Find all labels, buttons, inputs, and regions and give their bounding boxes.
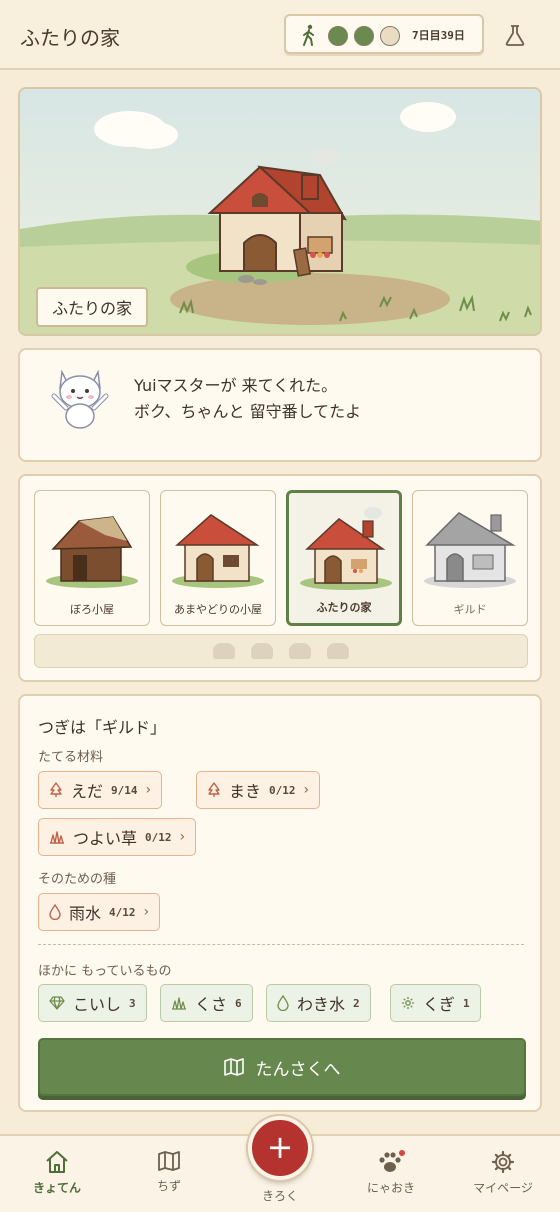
owned-name: くさ xyxy=(195,995,228,1014)
tree-icon xyxy=(50,782,62,797)
locked-stage-icon xyxy=(213,643,235,659)
chevron-right-icon: › xyxy=(179,829,186,845)
locked-stage-icon xyxy=(327,643,349,659)
material-count: 0/12 xyxy=(269,783,296,797)
shelter-house-icon xyxy=(172,514,264,588)
material-count: 0/12 xyxy=(145,830,172,844)
materials-label: たてる材料 xyxy=(38,750,104,765)
owned-label: ほかに もっているもの xyxy=(38,964,172,979)
chevron-right-icon: › xyxy=(145,782,152,798)
energy-dot-1 xyxy=(328,26,348,46)
day-counter: 7日目39日 xyxy=(412,29,465,42)
our-house-icon xyxy=(300,507,392,590)
material-chip-tsuyoikusa[interactable]: つよい草 0/12 › xyxy=(38,818,197,856)
cat-mascot-icon xyxy=(51,369,109,429)
map-icon xyxy=(223,1058,244,1076)
owned-name: わき水 xyxy=(297,995,346,1014)
app-header: ふたりの家 7日目39日 xyxy=(0,0,560,70)
owned-name: くぎ xyxy=(423,995,456,1014)
message-line-2: ボク、ちゃんと 留守番してたよ xyxy=(134,402,362,421)
divider xyxy=(38,944,524,945)
owned-count: 3 xyxy=(129,996,136,1010)
material-name: えだ xyxy=(71,782,104,801)
seed-count: 4/12 xyxy=(109,905,136,919)
stage-card-guild[interactable]: ギルド xyxy=(412,490,528,626)
owned-count: 2 xyxy=(353,996,360,1010)
gear-icon xyxy=(491,1150,515,1174)
nav-item-nyaoki[interactable]: にゃおき xyxy=(346,1150,436,1196)
owned-chip-kusa[interactable]: くさ 6 xyxy=(160,984,253,1022)
app-title: ふたりの家 xyxy=(20,26,120,50)
message-line-1: Yuiマスターが 来てくれた。 xyxy=(134,376,338,395)
owned-chip-wakimizu[interactable]: わき水 2 xyxy=(266,984,371,1022)
nav-label: マイページ xyxy=(473,1181,533,1195)
stage-card-shack[interactable]: ぼろ小屋 xyxy=(34,490,150,626)
water-drop-icon xyxy=(277,995,289,1011)
house-stage-selector: ぼろ小屋 あまやどりの小屋 ふたりの家 ギルド xyxy=(18,474,542,682)
owned-chip-kugi[interactable]: くぎ 1 xyxy=(390,984,481,1022)
next-build-title: つぎは「ギルド」 xyxy=(38,718,167,737)
stage-card-shelter[interactable]: あまやどりの小屋 xyxy=(160,490,276,626)
locked-stage-icon xyxy=(289,643,311,659)
owned-chip-koishi[interactable]: こいし 3 xyxy=(38,984,147,1022)
home-scene: ふたりの家 xyxy=(18,87,542,336)
next-build-card: つぎは「ギルド」 たてる材料 えだ 9/14 › まき 0/12 › つよい草 … xyxy=(18,694,542,1112)
material-chip-eda[interactable]: えだ 9/14 › xyxy=(38,771,163,809)
owned-count: 1 xyxy=(463,996,470,1010)
material-count: 9/14 xyxy=(111,783,138,797)
paw-icon xyxy=(379,1150,405,1172)
gem-icon xyxy=(49,996,65,1010)
owned-name: こいし xyxy=(73,995,122,1014)
shack-house-icon xyxy=(46,516,138,588)
locked-stages-bar xyxy=(34,634,528,668)
stage-name: ぼろ小屋 xyxy=(70,603,114,616)
material-name: まき xyxy=(229,782,262,801)
flask-icon[interactable] xyxy=(504,24,526,46)
explore-button[interactable]: たんさくへ xyxy=(38,1038,526,1096)
energy-dot-2 xyxy=(354,26,374,46)
nav-label: ちず xyxy=(156,1179,181,1193)
chevron-right-icon: › xyxy=(303,782,310,798)
chevron-right-icon: › xyxy=(143,904,150,920)
nav-label: にゃおき xyxy=(366,1181,415,1195)
scene-label: ふたりの家 xyxy=(36,287,149,327)
owned-count: 6 xyxy=(235,996,242,1010)
water-drop-icon xyxy=(49,904,61,920)
record-add-button[interactable]: + xyxy=(248,1116,312,1180)
notification-dot xyxy=(399,1150,405,1156)
home-icon xyxy=(46,1151,68,1173)
nav-item-map[interactable]: ちず xyxy=(124,1150,214,1194)
stage-name: ふたりの家 xyxy=(316,601,372,614)
cat-message-card: Yuiマスターが 来てくれた。 ボク、ちゃんと 留守番してたよ xyxy=(18,348,542,462)
guild-house-icon xyxy=(424,512,516,588)
nav-item-base[interactable]: きょてん xyxy=(12,1150,102,1196)
seed-name: 雨水 xyxy=(69,904,102,923)
material-chip-maki[interactable]: まき 0/12 › xyxy=(196,771,321,809)
status-panel[interactable]: 7日目39日 xyxy=(284,14,484,54)
locked-stage-icon xyxy=(251,643,273,659)
record-label: きろく xyxy=(261,1189,298,1203)
grass-icon xyxy=(172,997,186,1010)
stage-name: ギルド xyxy=(453,603,487,616)
nav-label: きょてん xyxy=(32,1181,81,1195)
seed-chip-amamizu[interactable]: 雨水 4/12 › xyxy=(38,893,161,931)
grass-icon xyxy=(50,831,64,844)
stage-name: あまやどりの小屋 xyxy=(174,603,262,616)
map-icon xyxy=(158,1151,180,1171)
energy-dot-3 xyxy=(380,26,400,46)
seeds-label: そのための種 xyxy=(38,872,117,887)
gear-icon xyxy=(402,997,414,1009)
explore-label: たんさくへ xyxy=(255,1059,341,1080)
nav-item-mypage[interactable]: マイページ xyxy=(458,1150,548,1196)
tree-icon xyxy=(208,782,220,797)
material-name: つよい草 xyxy=(73,829,138,848)
walking-person-icon xyxy=(303,24,314,46)
stage-card-our-house[interactable]: ふたりの家 xyxy=(286,490,402,626)
